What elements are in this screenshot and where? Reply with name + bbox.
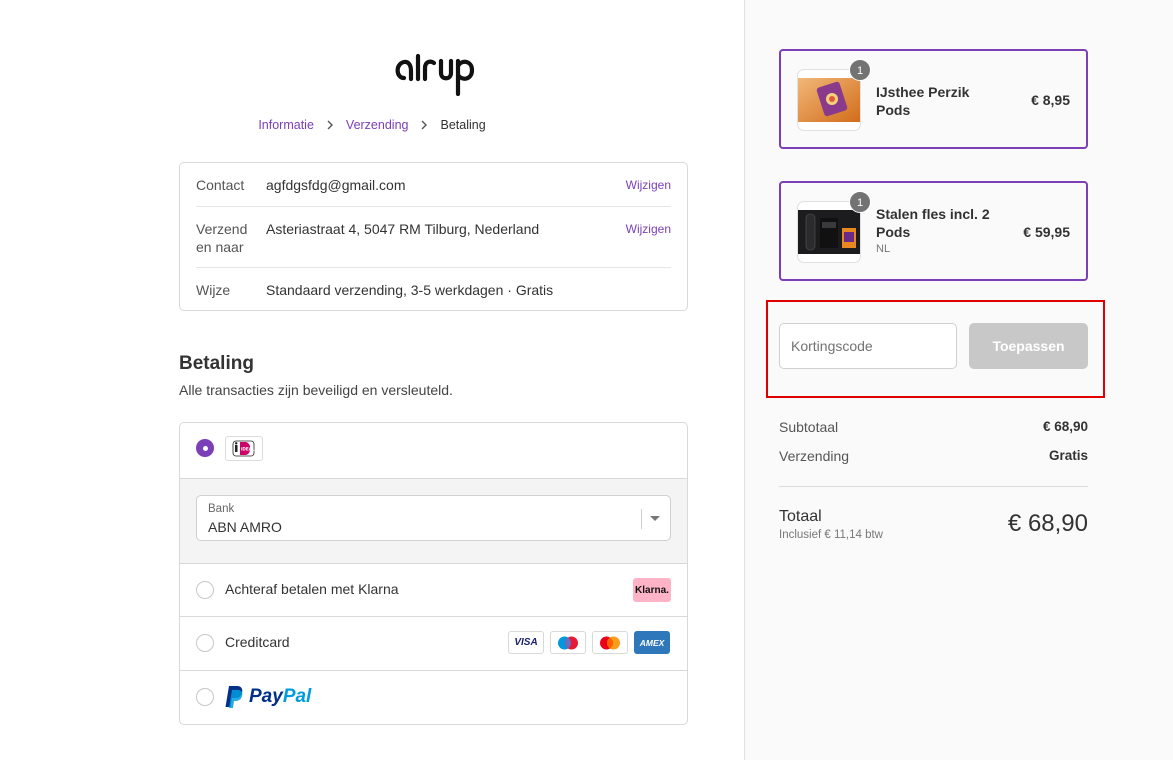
ideal-icon: iDEAL <box>225 436 263 461</box>
payment-option-paypal[interactable]: PayPal <box>180 671 687 724</box>
card-logos: VISA AMEX <box>508 631 673 654</box>
change-address-link[interactable]: Wijzigen <box>626 220 671 256</box>
bank-select-area: Bank ABN AMRO <box>180 478 687 564</box>
breadcrumb-verzending[interactable]: Verzending <box>346 118 409 132</box>
air-up-logo[interactable] <box>392 44 476 96</box>
checkout-main: Informatie Verzending Betaling Contact a… <box>0 0 744 760</box>
review-contact-value: agfdgsfdg@gmail.com <box>266 177 406 193</box>
subtotal-value: € 68,90 <box>1042 419 1088 434</box>
creditcard-radio[interactable] <box>196 634 214 652</box>
subtotal-row: Subtotaal € 68,90 <box>779 419 1088 435</box>
select-divider <box>641 509 642 529</box>
review-shipto-value: Asteriastraat 4, 5047 RM Tilburg, Nederl… <box>266 221 540 237</box>
svg-text:iDEAL: iDEAL <box>241 447 255 452</box>
quantity-badge: 1 <box>849 191 871 213</box>
breadcrumb: Informatie Verzending Betaling <box>0 118 744 132</box>
divider <box>196 267 671 268</box>
payment-title: Betaling <box>179 353 254 374</box>
product-name-line1: Stalen fles incl. 2 <box>876 206 990 222</box>
quantity-badge: 1 <box>849 59 871 81</box>
review-shipto-label: Verzend en naar <box>196 220 266 256</box>
bank-select-label: Bank <box>208 503 235 515</box>
ideal-radio[interactable] <box>196 439 214 457</box>
maestro-icon <box>550 631 586 654</box>
breadcrumb-informatie[interactable]: Informatie <box>258 118 314 132</box>
payment-subtitle: Alle transacties zijn beveiligd en versl… <box>179 382 453 398</box>
product-variant: NL <box>876 243 891 255</box>
review-shipto-label-line2: en naar <box>196 239 244 255</box>
product-price: € 59,95 <box>1023 224 1070 240</box>
review-contact-row: Contact agfdgsfdg@gmail.com Wijzigen <box>196 176 671 194</box>
product-price: € 8,95 <box>1031 92 1070 108</box>
paypal-wordmark-pal: Pal <box>282 686 312 707</box>
apply-discount-button[interactable]: Toepassen <box>969 323 1088 369</box>
cart-item: 1 IJsthee Perzik Pods € 8,95 <box>779 49 1088 149</box>
payment-option-ideal[interactable]: iDEAL <box>180 423 687 478</box>
chevron-right-icon <box>418 119 430 131</box>
chevron-down-icon <box>650 516 660 521</box>
klarna-label: Achteraf betalen met Klarna <box>225 581 399 597</box>
product-image <box>797 201 861 263</box>
chevron-right-icon <box>324 119 336 131</box>
paypal-wordmark: PayPal <box>249 686 311 708</box>
shipping-label: Verzending <box>779 448 850 464</box>
creditcard-label: Creditcard <box>225 634 290 650</box>
review-shipto-label-line1: Verzend <box>196 221 248 237</box>
breadcrumb-betaling: Betaling <box>440 118 486 132</box>
product-name-line2: Pods <box>876 102 911 118</box>
subtotal-label: Subtotaal <box>779 419 839 435</box>
visa-icon: VISA <box>508 631 544 654</box>
amex-text: AMEX <box>639 637 665 648</box>
visa-text: VISA <box>514 637 538 648</box>
payment-option-creditcard[interactable]: Creditcard VISA AMEX <box>180 617 687 671</box>
payment-option-klarna[interactable]: Achteraf betalen met Klarna Klarna. <box>180 564 687 617</box>
shipping-value: Gratis <box>1048 448 1088 463</box>
review-method-row: Wijze Standaard verzending, 3-5 werkdage… <box>196 281 671 299</box>
total-value: € 68,90 <box>1007 510 1088 537</box>
paypal-radio[interactable] <box>196 688 214 706</box>
discount-code-input[interactable] <box>779 323 957 369</box>
payment-methods: iDEAL Bank ABN AMRO Achteraf betalen met… <box>179 422 688 725</box>
klarna-radio[interactable] <box>196 581 214 599</box>
bank-select[interactable]: Bank ABN AMRO <box>196 495 671 541</box>
cart-item: 1 Stalen fles incl. 2 Pods NL € 59,95 <box>779 181 1088 281</box>
product-name: IJsthee Perzik Pods <box>876 83 969 119</box>
product-name-line1: IJsthee Perzik <box>876 84 970 100</box>
review-method-value: Standaard verzending, 3-5 werkdagen · Gr… <box>266 282 554 298</box>
review-contact-label: Contact <box>196 177 245 193</box>
bank-select-value: ABN AMRO <box>208 519 282 535</box>
order-review-box: Contact agfdgsfdg@gmail.com Wijzigen Ver… <box>179 162 688 311</box>
total-vat: Inclusief € 11,14 btw <box>779 529 883 541</box>
review-method-label: Wijze <box>196 282 231 298</box>
product-name: Stalen fles incl. 2 Pods <box>876 205 990 241</box>
divider <box>779 486 1088 487</box>
product-name-line2: Pods <box>876 224 911 240</box>
paypal-icon <box>225 686 243 708</box>
paypal-logo: PayPal <box>224 684 311 710</box>
paypal-wordmark-pay: Pay <box>249 686 283 707</box>
klarna-logo-icon: Klarna. <box>633 578 671 602</box>
amex-icon: AMEX <box>634 631 670 654</box>
divider <box>196 206 671 207</box>
total-label: Totaal <box>779 508 822 525</box>
review-shipto-row: Verzend en naar Asteriastraat 4, 5047 RM… <box>196 220 671 256</box>
mastercard-icon <box>592 631 628 654</box>
change-contact-link[interactable]: Wijzigen <box>626 176 671 194</box>
product-image <box>797 69 861 131</box>
shipping-row: Verzending Gratis <box>779 448 1088 464</box>
